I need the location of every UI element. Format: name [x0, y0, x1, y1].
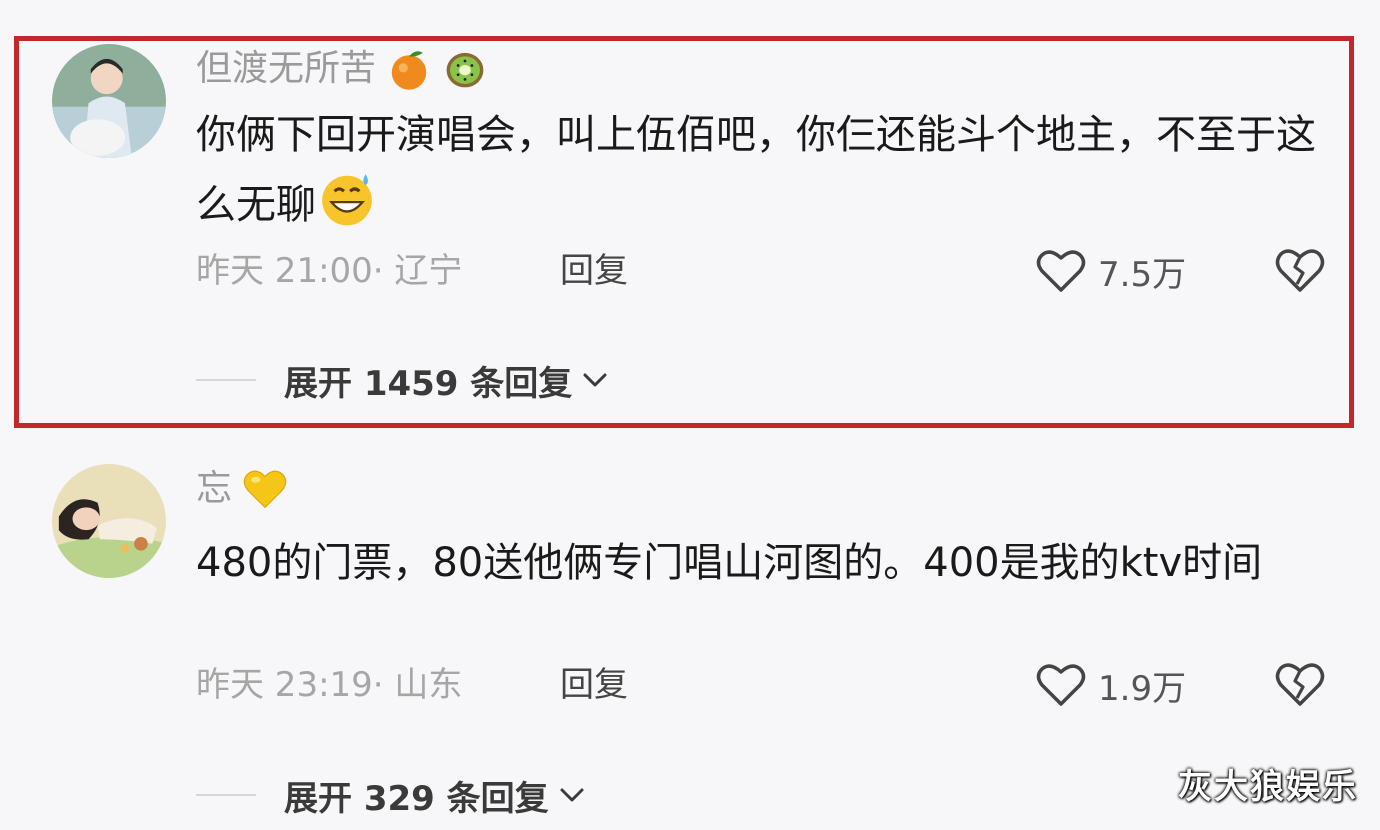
heart-icon	[1036, 248, 1086, 294]
reply-button[interactable]: 回复	[560, 246, 628, 296]
chevron-down-icon	[578, 363, 612, 397]
broken-heart-icon	[1275, 249, 1325, 292]
divider	[196, 794, 256, 796]
chevron-down-icon	[555, 778, 589, 812]
comment-meta: 昨天 23:19· 山东	[196, 665, 463, 705]
watermark: 灰大狼娱乐	[1178, 767, 1358, 807]
comment-text: 你俩下回开演唱会，叫上伍佰吧，你仨还能斗个地主，不至于这么无聊	[196, 102, 1316, 238]
dislike-button[interactable]	[1274, 246, 1326, 294]
like-count: 1.9万	[1098, 668, 1187, 709]
broken-heart-icon	[1275, 663, 1325, 706]
like-button[interactable]: 1.9万	[1036, 660, 1186, 710]
heart-icon	[1036, 662, 1086, 708]
username[interactable]: 忘	[196, 464, 288, 514]
grin-sweat-emoji	[316, 168, 378, 230]
orange-emoji	[386, 46, 432, 92]
avatar[interactable]	[52, 464, 166, 578]
comment-item-1: 但渡无所苦 你俩下回开演唱会，叫上伍佰吧，你仨还能斗个地主，不至于这么无聊 昨天…	[0, 0, 1380, 440]
reply-button[interactable]: 回复	[560, 660, 628, 710]
expand-replies-label: 展开 1459 条回复	[284, 363, 573, 404]
like-count: 7.5万	[1098, 254, 1187, 295]
expand-replies-button[interactable]: 展开 329 条回复	[196, 770, 589, 820]
expand-replies-button[interactable]: 展开 1459 条回复	[196, 355, 612, 405]
dislike-button[interactable]	[1274, 660, 1326, 708]
comment-meta: 昨天 21:00· 辽宁	[196, 251, 463, 291]
username-text: 但渡无所苦	[196, 48, 377, 89]
username[interactable]: 但渡无所苦	[196, 44, 488, 94]
yellow-heart-emoji	[242, 466, 288, 512]
kiwi-emoji	[442, 46, 488, 92]
expand-replies-label: 展开 329 条回复	[284, 778, 549, 819]
avatar[interactable]	[52, 44, 166, 158]
divider	[196, 379, 256, 381]
comment-text: 480的门票，80送他俩专门唱山河图的。400是我的ktv时间	[196, 540, 1263, 586]
username-text: 忘	[196, 468, 233, 509]
comment-item-2: 忘 480的门票，80送他俩专门唱山河图的。400是我的ktv时间 昨天 23:…	[0, 440, 1380, 830]
like-button[interactable]: 7.5万	[1036, 246, 1186, 296]
